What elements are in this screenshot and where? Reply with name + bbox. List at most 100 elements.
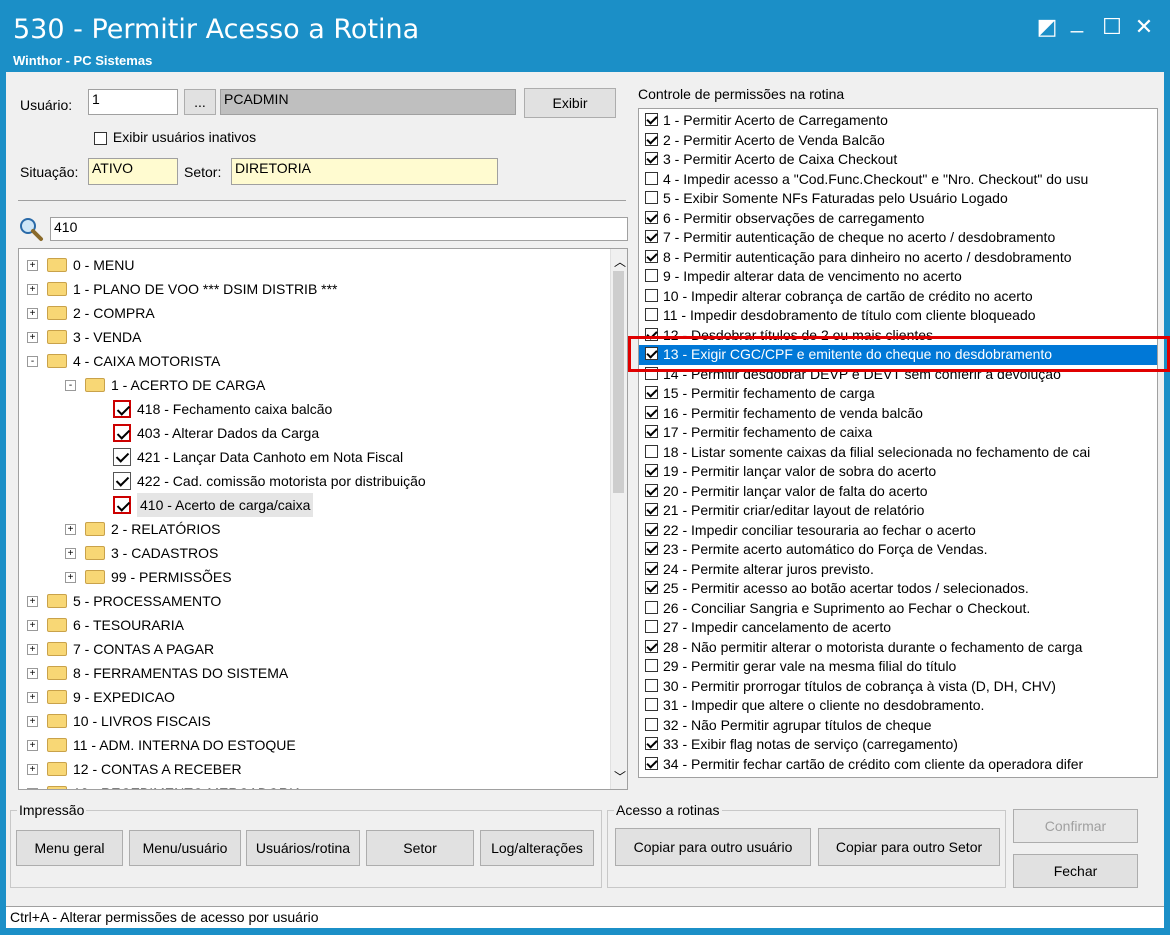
- permission-checkbox[interactable]: [645, 542, 658, 555]
- scroll-thumb[interactable]: [613, 271, 624, 493]
- permission-checkbox[interactable]: [645, 561, 658, 575]
- permission-checkbox[interactable]: [645, 230, 658, 243]
- usuario-input[interactable]: 1: [88, 89, 178, 115]
- permission-item[interactable]: 26 - Conciliar Sangria e Suprimento ao F…: [639, 599, 1157, 619]
- tree-node[interactable]: +7 - CONTAS A PAGAR: [19, 637, 609, 661]
- permission-item[interactable]: 1 - Permitir Acerto de Carregamento: [639, 111, 1157, 131]
- setor-button[interactable]: Setor: [366, 830, 474, 866]
- expand-icon[interactable]: +: [27, 764, 38, 775]
- copiar-setor-button[interactable]: Copiar para outro Setor: [818, 828, 1000, 866]
- permission-checkbox[interactable]: [645, 600, 658, 614]
- permission-item[interactable]: 17 - Permitir fechamento de caixa: [639, 423, 1157, 443]
- permission-item[interactable]: 20 - Permitir lançar valor de falta do a…: [639, 482, 1157, 502]
- permission-item[interactable]: 10 - Impedir alterar cobrança de cartão …: [639, 287, 1157, 307]
- permission-item[interactable]: 30 - Permitir prorrogar títulos de cobra…: [639, 677, 1157, 697]
- expand-icon[interactable]: +: [65, 524, 76, 535]
- permission-item[interactable]: 33 - Exibir flag notas de serviço (carre…: [639, 735, 1157, 755]
- tree-node[interactable]: - 4 - CAIXA MOTORISTA: [19, 349, 609, 373]
- expand-icon[interactable]: +: [27, 740, 38, 751]
- permission-item[interactable]: 7 - Permitir autenticação de cheque no a…: [639, 228, 1157, 248]
- permission-item[interactable]: 11 - Impedir desdobramento de título com…: [639, 306, 1157, 326]
- permission-item[interactable]: 6 - Permitir observações de carregamento: [639, 209, 1157, 229]
- minimize-button[interactable]: _: [1064, 8, 1090, 34]
- close-button[interactable]: ✕: [1131, 14, 1157, 40]
- permission-item[interactable]: 4 - Impedir acesso a "Cod.Func.Checkout"…: [639, 170, 1157, 190]
- expand-icon[interactable]: +: [27, 332, 38, 343]
- permission-item[interactable]: 16 - Permitir fechamento de venda balcão: [639, 404, 1157, 424]
- log-alteracoes-button[interactable]: Log/alterações: [480, 830, 594, 866]
- scroll-up-icon[interactable]: ︿: [614, 253, 626, 270]
- permission-item[interactable]: 2 - Permitir Acerto de Venda Balcão: [639, 131, 1157, 151]
- permission-item[interactable]: 23 - Permite acerto automático do Força …: [639, 540, 1157, 560]
- permission-checkbox[interactable]: [645, 386, 658, 399]
- tree-node[interactable]: +2 - COMPRA: [19, 301, 609, 325]
- expand-icon[interactable]: +: [27, 596, 38, 607]
- permission-checkbox[interactable]: [645, 444, 658, 458]
- tree-checkbox[interactable]: [113, 472, 131, 490]
- permission-checkbox[interactable]: [645, 191, 658, 204]
- permission-item[interactable]: 21 - Permitir criar/editar layout de rel…: [639, 501, 1157, 521]
- permission-checkbox[interactable]: [645, 308, 658, 321]
- tree-node[interactable]: +99 - PERMISSÕES: [19, 565, 609, 589]
- permission-item[interactable]: 9 - Impedir alterar data de vencimento n…: [639, 267, 1157, 287]
- tree-node[interactable]: - 1 - ACERTO DE CARGA: [19, 373, 609, 397]
- scroll-down-icon[interactable]: ﹀: [614, 768, 626, 785]
- permission-checkbox[interactable]: [645, 503, 658, 516]
- tree-node[interactable]: 422 - Cad. comissão motorista por distri…: [19, 469, 609, 493]
- expand-icon[interactable]: +: [27, 788, 38, 789]
- permission-item[interactable]: 3 - Permitir Acerto de Caixa Checkout: [639, 150, 1157, 170]
- expand-icon[interactable]: +: [27, 692, 38, 703]
- expand-icon[interactable]: +: [65, 572, 76, 583]
- confirmar-button[interactable]: Confirmar: [1013, 809, 1138, 843]
- permission-checkbox[interactable]: [645, 464, 658, 477]
- collapse-icon[interactable]: -: [65, 380, 76, 391]
- permission-item[interactable]: 22 - Impedir conciliar tesouraria ao fec…: [639, 521, 1157, 541]
- tree-scrollbar[interactable]: ︿ ﹀: [610, 249, 627, 789]
- tree-checkbox[interactable]: [113, 424, 131, 442]
- permission-checkbox[interactable]: [645, 737, 658, 750]
- tree-node[interactable]: 418 - Fechamento caixa balcão: [19, 397, 609, 421]
- expand-icon[interactable]: +: [27, 668, 38, 679]
- permission-checkbox[interactable]: [645, 659, 658, 672]
- permission-checkbox[interactable]: [645, 639, 658, 653]
- copiar-usuario-button[interactable]: Copiar para outro usuário: [615, 828, 811, 866]
- permission-checkbox[interactable]: [645, 210, 658, 224]
- exibir-button[interactable]: Exibir: [524, 88, 616, 118]
- tree-checkbox[interactable]: [113, 448, 131, 466]
- expand-icon[interactable]: +: [27, 284, 38, 295]
- menu-usuario-button[interactable]: Menu/usuário: [129, 830, 241, 866]
- tree-node[interactable]: +13 - RECEBIMENTO MERCADORIA: [19, 781, 609, 789]
- permission-checkbox[interactable]: [645, 483, 658, 497]
- tree-node[interactable]: +3 - CADASTROS: [19, 541, 609, 565]
- tree-node[interactable]: 421 - Lançar Data Canhoto em Nota Fiscal: [19, 445, 609, 469]
- permission-item[interactable]: 24 - Permite alterar juros previsto.: [639, 560, 1157, 580]
- permission-item[interactable]: 25 - Permitir acesso ao botão acertar to…: [639, 579, 1157, 599]
- tree-node[interactable]: +6 - TESOURARIA: [19, 613, 609, 637]
- usuarios-rotina-button[interactable]: Usuários/rotina: [246, 830, 360, 866]
- menu-geral-button[interactable]: Menu geral: [16, 830, 123, 866]
- permission-checkbox[interactable]: [645, 269, 658, 282]
- inactive-users-checkbox[interactable]: Exibir usuários inativos: [94, 129, 256, 145]
- permission-item[interactable]: 19 - Permitir lançar valor de sobra do a…: [639, 462, 1157, 482]
- permission-checkbox[interactable]: [645, 288, 658, 302]
- tree-node[interactable]: 403 - Alterar Dados da Carga: [19, 421, 609, 445]
- expand-icon[interactable]: +: [27, 308, 38, 319]
- tree-node[interactable]: +3 - VENDA: [19, 325, 609, 349]
- permission-item[interactable]: 15 - Permitir fechamento de carga: [639, 384, 1157, 404]
- routine-tree[interactable]: +13 - RECEBIMENTO MERCADORIA+12 - CONTAS…: [18, 248, 628, 790]
- permission-item[interactable]: 5 - Exibir Somente NFs Faturadas pelo Us…: [639, 189, 1157, 209]
- permission-item[interactable]: 31 - Impedir que altere o cliente no des…: [639, 696, 1157, 716]
- tree-node[interactable]: +12 - CONTAS A RECEBER: [19, 757, 609, 781]
- tree-checkbox[interactable]: [113, 496, 131, 514]
- permission-checkbox[interactable]: [645, 171, 658, 185]
- permission-checkbox[interactable]: [645, 405, 658, 419]
- permission-item[interactable]: 32 - Não Permitir agrupar títulos de che…: [639, 716, 1157, 736]
- permission-checkbox[interactable]: [645, 522, 658, 536]
- expand-icon[interactable]: +: [65, 548, 76, 559]
- permission-checkbox[interactable]: [645, 113, 658, 126]
- permission-checkbox[interactable]: [645, 132, 658, 146]
- permission-item[interactable]: 29 - Permitir gerar vale na mesma filial…: [639, 657, 1157, 677]
- search-input[interactable]: 410: [50, 217, 628, 241]
- expand-icon[interactable]: +: [27, 620, 38, 631]
- permission-checkbox[interactable]: [645, 249, 658, 263]
